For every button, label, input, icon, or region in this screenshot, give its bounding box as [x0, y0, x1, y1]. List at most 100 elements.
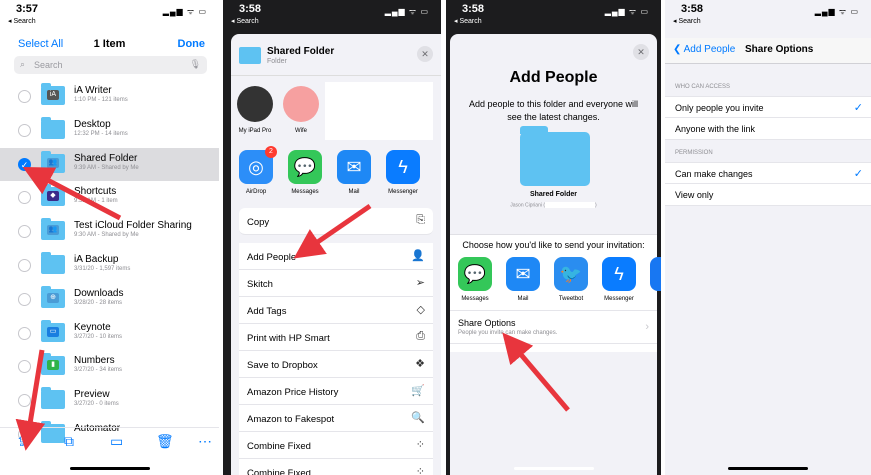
person-wife[interactable]: Wife: [277, 86, 325, 134]
home-indicator: [728, 467, 808, 470]
list-item[interactable]: ▭ Keynote 3/27/20 - 10 items: [0, 317, 219, 350]
action-copy[interactable]: Copy ⎘: [239, 208, 433, 235]
folder-icon: [41, 252, 65, 274]
file-meta: 3/27/20 - 34 items: [74, 367, 123, 374]
owner-suffix: ): [595, 202, 597, 209]
action-icon: 🔍: [411, 412, 425, 424]
list-item[interactable]: ✓ 👥 Shared Folder 9:39 AM - Shared by Me: [0, 147, 219, 181]
selection-radio[interactable]: [18, 259, 31, 272]
file-meta: 3/27/20 - 10 items: [74, 333, 123, 340]
microphone-icon[interactable]: 🎙: [190, 59, 201, 70]
option-label: Only people you invite: [675, 103, 764, 113]
folder-icon: [520, 126, 590, 186]
share-app[interactable]: ✉ Mail: [331, 150, 377, 195]
selection-radio[interactable]: [18, 123, 31, 137]
invite-app[interactable]: 💬 Messages: [452, 257, 498, 302]
action-add-people[interactable]: Add People 👤: [239, 243, 433, 270]
action-add-tags[interactable]: Add Tags ◇: [239, 297, 433, 324]
person-ipad-pro[interactable]: My iPad Pro: [231, 86, 279, 134]
list-item[interactable]: Preview 3/27/20 - 0 items: [0, 384, 219, 417]
list-item[interactable]: iA Backup 3/31/20 - 1,597 items: [0, 249, 219, 282]
list-item[interactable]: ▮ Numbers 3/27/20 - 34 items: [0, 350, 219, 383]
selection-radio[interactable]: [18, 191, 31, 205]
search-input[interactable]: ⌕ Search 🎙: [14, 56, 207, 74]
selection-radio[interactable]: [18, 225, 31, 239]
share-icon[interactable]: ⇪: [16, 433, 28, 450]
more-icon[interactable]: ⋯: [198, 433, 212, 450]
file-meta: 3/27/20 - 0 items: [74, 401, 119, 408]
app-icon: 💬: [288, 150, 322, 184]
selection-radio[interactable]: ✓: [18, 157, 31, 171]
invite-app[interactable]: ϟ Messenger: [596, 257, 642, 302]
action-icon: ➢: [415, 277, 425, 289]
close-button[interactable]: ✕: [417, 46, 433, 62]
action-icon: ⎙: [416, 330, 425, 342]
invite-app[interactable]: 🐦 Tweetbot: [548, 257, 594, 302]
selection-radio[interactable]: [18, 326, 31, 340]
share-options-row[interactable]: Share Options People you invite can make…: [450, 310, 657, 344]
selection-radio[interactable]: [18, 394, 31, 408]
duplicate-icon[interactable]: ⧉: [64, 433, 74, 450]
list-item[interactable]: iA iA Writer 1:10 PM - 121 items: [0, 80, 219, 113]
action-icon: 👤: [411, 250, 425, 262]
invite-app[interactable]: Fa: [644, 257, 661, 302]
back-button[interactable]: ❮ Add People: [673, 44, 735, 55]
share-app[interactable]: ϟ Messenger: [380, 150, 426, 195]
selection-radio[interactable]: [18, 292, 31, 306]
move-folder-icon[interactable]: ▭: [110, 433, 123, 450]
share-options-title: Share Options: [458, 318, 516, 328]
invite-apps-row: 💬 Messages ✉ Mail 🐦 Tweetbot ϟ Messenger Fa: [450, 257, 661, 311]
invite-app[interactable]: ✉ Mail: [500, 257, 546, 302]
file-name: iA Writer: [74, 85, 112, 96]
folder-owner: Jason Cipriani (): [450, 202, 657, 208]
action-combine-fixed[interactable]: Combine Fixed ⁘: [239, 432, 433, 459]
back-to-search[interactable]: ◂ Search: [454, 17, 482, 25]
share-app[interactable]: ◎ 2 AirDrop: [233, 146, 279, 195]
app-glyph-icon: ✉: [515, 264, 531, 284]
action-amazon-to-fakespot[interactable]: Amazon to Fakespot 🔍: [239, 405, 433, 432]
action-skitch[interactable]: Skitch ➢: [239, 270, 433, 297]
back-to-search[interactable]: ◂ Search: [8, 17, 36, 25]
app-label: AirDrop: [245, 189, 267, 195]
checkmark-icon: ✓: [853, 168, 863, 180]
option-can-make-changes[interactable]: Can make changes ✓: [665, 162, 871, 184]
file-name: Desktop: [74, 118, 111, 130]
add-people-title: Add People: [509, 69, 598, 86]
app-label: Messenger: [388, 189, 418, 195]
back-to-search[interactable]: ◂ Search: [231, 17, 259, 25]
person-name: My iPad Pro: [238, 128, 272, 134]
action-save-to-dropbox[interactable]: Save to Dropbox ❖: [239, 351, 433, 378]
close-button[interactable]: ✕: [633, 44, 649, 60]
app-folder-badge-icon: 👥: [47, 225, 59, 236]
selection-radio[interactable]: [18, 360, 31, 374]
share-app[interactable]: 💬 Messages: [282, 150, 328, 195]
option-anyone-with-link[interactable]: Anyone with the link: [665, 118, 871, 140]
trash-icon[interactable]: 🗑: [156, 433, 174, 450]
option-only-invited[interactable]: Only people you invite ✓: [665, 96, 871, 118]
action-amazon-price-history[interactable]: Amazon Price History 🛒: [239, 378, 433, 405]
selection-radio[interactable]: [18, 90, 31, 103]
permission-section-header: PERMISSION: [675, 150, 713, 156]
file-name: Test iCloud Folder Sharing: [74, 220, 192, 232]
app-glyph-icon: ✉: [346, 157, 362, 177]
list-item[interactable]: 👥 Test iCloud Folder Sharing 9:30 AM - Sha…: [0, 215, 219, 248]
list-item[interactable]: ◆ Shortcuts 9:32 AM - 1 item: [0, 181, 219, 214]
list-item[interactable]: ⊕ Downloads 3/28/20 - 28 items: [0, 283, 219, 316]
back-to-search[interactable]: ◂ Search: [673, 17, 701, 25]
signal-wifi-battery-icon: ▂▄▆ ᯤ ▭: [384, 7, 429, 16]
app-icon: ✉: [337, 150, 371, 184]
done-button[interactable]: Done: [178, 38, 206, 50]
action-print-with-hp-smart[interactable]: Print with HP Smart ⎙: [239, 324, 433, 351]
file-name: Numbers: [74, 355, 115, 367]
action-label: Combine Fixed: [247, 441, 311, 452]
panel-divider: [441, 0, 445, 475]
app-folder-badge-icon: 👥: [47, 157, 59, 168]
list-item[interactable]: Desktop 12:32 PM - 14 items: [0, 114, 219, 147]
action-label: Skitch: [247, 279, 273, 290]
option-view-only[interactable]: View only: [665, 184, 871, 206]
app-icon: ϟ: [602, 257, 636, 291]
owner-prefix: Jason Cipriani (: [510, 202, 546, 209]
app-folder-badge-icon: ▭: [47, 326, 59, 337]
notification-badge: 2: [265, 146, 277, 158]
app-glyph-icon: ϟ: [398, 157, 408, 177]
